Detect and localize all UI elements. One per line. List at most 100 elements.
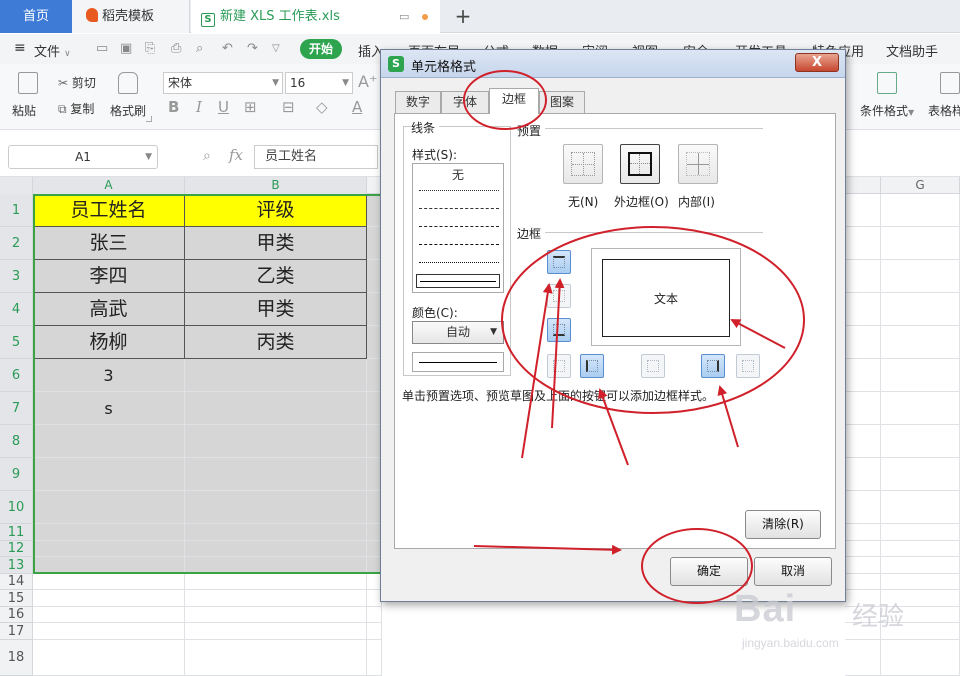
line-style-dash-dot-dot[interactable] bbox=[419, 244, 499, 245]
font-name-select[interactable]: 宋体 ▼ bbox=[163, 72, 283, 94]
cell-b[interactable] bbox=[185, 458, 367, 491]
cell-f[interactable] bbox=[845, 491, 881, 524]
hamburger-icon[interactable]: ≡ bbox=[14, 40, 26, 56]
cell-b[interactable] bbox=[185, 392, 367, 425]
row-header[interactable]: 1 bbox=[0, 194, 33, 227]
cell-f[interactable] bbox=[845, 359, 881, 392]
cell-b[interactable] bbox=[185, 359, 367, 392]
preset-inside-button[interactable] bbox=[678, 144, 718, 184]
row-header[interactable]: 15 bbox=[0, 590, 33, 607]
row-header[interactable]: 14 bbox=[0, 574, 33, 590]
table-style-button[interactable]: 表格样 bbox=[928, 102, 960, 119]
cell-f[interactable] bbox=[845, 458, 881, 491]
cell-a[interactable] bbox=[33, 607, 185, 623]
cell-f[interactable] bbox=[845, 574, 881, 590]
row-header[interactable]: 4 bbox=[0, 293, 33, 326]
cell-a[interactable] bbox=[33, 524, 185, 541]
cell-a[interactable] bbox=[33, 458, 185, 491]
paste-icon[interactable] bbox=[18, 72, 38, 94]
column-header-a[interactable]: A bbox=[33, 177, 185, 194]
clear-button[interactable]: 清除(R) bbox=[745, 510, 821, 539]
tab-home[interactable]: 首页 bbox=[0, 0, 72, 33]
border-diagonal-up-button[interactable] bbox=[547, 354, 571, 378]
row-header[interactable]: 16 bbox=[0, 607, 33, 623]
table-style-icon[interactable] bbox=[940, 72, 960, 94]
increase-font-icon[interactable]: A⁺ bbox=[358, 72, 377, 91]
italic-icon[interactable]: I bbox=[196, 98, 202, 116]
cell-g[interactable] bbox=[881, 260, 960, 293]
preview-icon[interactable]: ⌕ bbox=[196, 41, 203, 56]
window-icon[interactable]: ▭ bbox=[399, 0, 409, 33]
cell-a[interactable] bbox=[33, 623, 185, 640]
fx-icon[interactable]: fx bbox=[229, 146, 243, 164]
clipboard-launcher-icon[interactable] bbox=[146, 116, 152, 122]
paste-button[interactable]: 粘贴 bbox=[12, 102, 36, 119]
cell-b[interactable] bbox=[185, 425, 367, 458]
cell-a[interactable]: 高武 bbox=[33, 293, 185, 326]
cell-a[interactable]: 3 bbox=[33, 359, 185, 392]
row-header[interactable]: 8 bbox=[0, 425, 33, 458]
row-header[interactable]: 18 bbox=[0, 640, 33, 676]
cell-b[interactable]: 甲类 bbox=[185, 293, 367, 326]
cell-b[interactable] bbox=[185, 491, 367, 524]
column-header-g[interactable]: G bbox=[881, 177, 960, 194]
row-header[interactable]: 13 bbox=[0, 557, 33, 574]
cell-b[interactable] bbox=[185, 590, 367, 607]
conditional-format-icon[interactable] bbox=[877, 72, 897, 94]
cell-b[interactable]: 评级 bbox=[185, 194, 367, 227]
fill-color-icon[interactable]: ◇ bbox=[316, 98, 328, 116]
row-header[interactable]: 5 bbox=[0, 326, 33, 359]
line-style-dashed-fine[interactable] bbox=[419, 208, 499, 209]
name-box[interactable]: A1 ▼ bbox=[8, 145, 158, 169]
cell-g[interactable] bbox=[881, 574, 960, 590]
cell-g[interactable] bbox=[881, 359, 960, 392]
cell-g[interactable] bbox=[881, 425, 960, 458]
cell-g[interactable] bbox=[881, 458, 960, 491]
cell-a[interactable] bbox=[33, 557, 185, 574]
border-bottom-button[interactable] bbox=[547, 318, 571, 342]
export-icon[interactable]: ⎘ bbox=[145, 41, 155, 56]
line-style-none[interactable]: 无 bbox=[413, 166, 503, 183]
undo-icon[interactable]: ↶ bbox=[222, 41, 233, 56]
cell-g[interactable] bbox=[881, 194, 960, 227]
cell-a[interactable] bbox=[33, 425, 185, 458]
cell-b[interactable]: 甲类 bbox=[185, 227, 367, 260]
cell-g[interactable] bbox=[881, 491, 960, 524]
cell-a[interactable]: 员工姓名 bbox=[33, 194, 185, 227]
column-header-f[interactable] bbox=[845, 177, 881, 194]
cell-c[interactable] bbox=[367, 640, 382, 676]
menu-start[interactable]: 开始 bbox=[300, 39, 342, 59]
line-style-dash-dot[interactable] bbox=[419, 226, 499, 227]
cell-b[interactable] bbox=[185, 557, 367, 574]
cell-g[interactable] bbox=[881, 227, 960, 260]
cancel-button[interactable]: 取消 bbox=[754, 557, 832, 586]
formula-input[interactable]: 员工姓名 bbox=[254, 145, 378, 169]
select-all-corner[interactable] bbox=[0, 177, 33, 194]
color-select[interactable]: 自动 ▼ bbox=[412, 321, 504, 344]
merge-icon[interactable]: ⊟ bbox=[282, 98, 295, 116]
underline-icon[interactable]: U bbox=[218, 98, 229, 116]
cell-g[interactable] bbox=[881, 326, 960, 359]
format-painter-icon[interactable] bbox=[118, 72, 138, 94]
line-style-dotted-medium[interactable] bbox=[419, 262, 499, 263]
cell-a[interactable]: 李四 bbox=[33, 260, 185, 293]
tab-border[interactable]: 边框 bbox=[489, 88, 539, 114]
copy-button[interactable]: ⧉ 复制 bbox=[58, 100, 94, 117]
cell-a[interactable] bbox=[33, 640, 185, 676]
row-header[interactable]: 9 bbox=[0, 458, 33, 491]
cell-f[interactable] bbox=[845, 227, 881, 260]
cut-button[interactable]: ✂ 剪切 bbox=[58, 74, 96, 91]
row-header[interactable]: 7 bbox=[0, 392, 33, 425]
dialog-close-button[interactable]: X bbox=[795, 53, 839, 72]
border-right-button[interactable] bbox=[701, 354, 725, 378]
borders-icon[interactable]: ⊞ bbox=[244, 98, 257, 116]
row-header[interactable]: 2 bbox=[0, 227, 33, 260]
border-inner-vertical-button[interactable] bbox=[641, 354, 665, 378]
cell-g[interactable] bbox=[881, 640, 960, 676]
tab-number[interactable]: 数字 bbox=[395, 91, 441, 113]
preset-none-button[interactable] bbox=[563, 144, 603, 184]
row-header[interactable]: 17 bbox=[0, 623, 33, 640]
cell-f[interactable] bbox=[845, 293, 881, 326]
cell-g[interactable] bbox=[881, 293, 960, 326]
print-icon[interactable]: ⎙ bbox=[171, 41, 181, 56]
